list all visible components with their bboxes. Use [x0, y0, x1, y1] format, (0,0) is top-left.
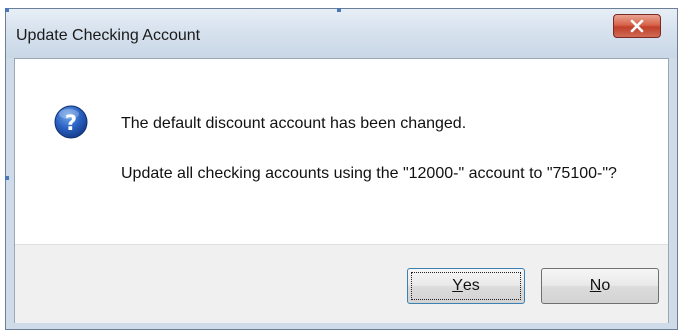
focus-rectangle	[411, 272, 521, 300]
no-mnemonic: N	[589, 277, 602, 294]
selection-handle	[337, 8, 341, 12]
dialog-title: Update Checking Account	[16, 27, 201, 44]
selection-handle	[5, 8, 9, 12]
selection-handle	[5, 176, 9, 180]
close-button[interactable]	[613, 14, 661, 38]
question-icon: ?	[54, 105, 88, 139]
button-bar: Yes No	[15, 244, 668, 323]
close-icon	[630, 19, 644, 33]
no-label: o	[601, 277, 611, 294]
update-checking-account-dialog: Update Checking Account ? The default di…	[5, 8, 678, 330]
title-bar[interactable]: Update Checking Account	[6, 9, 677, 58]
dialog-client-area: ? The default discount account has been …	[14, 58, 669, 323]
message-question: Update all checking accounts using the "…	[121, 165, 617, 182]
yes-button[interactable]: Yes	[407, 268, 525, 304]
svg-text:?: ?	[65, 111, 77, 135]
message-text: The default discount account has been ch…	[121, 115, 467, 132]
no-button[interactable]: No	[541, 268, 659, 304]
message-area: ? The default discount account has been …	[15, 59, 668, 244]
